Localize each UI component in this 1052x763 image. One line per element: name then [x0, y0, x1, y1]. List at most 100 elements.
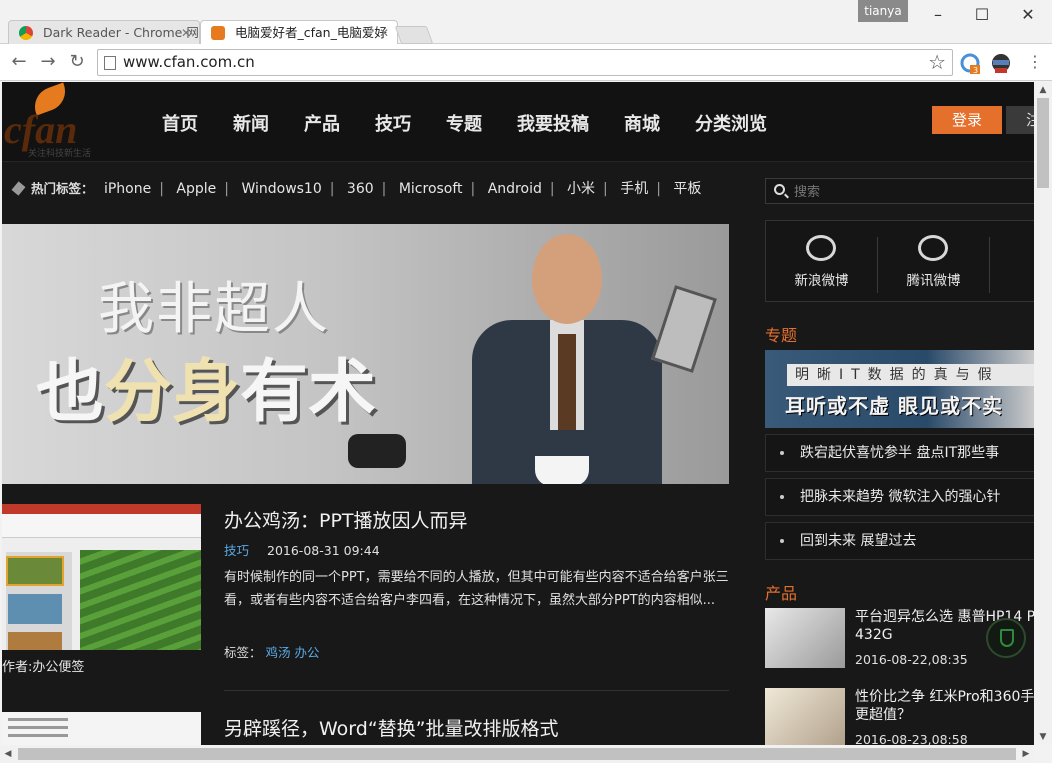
topic-link[interactable]: 回到未来 展望过去: [765, 522, 1034, 560]
product-image[interactable]: [765, 688, 845, 745]
menu-icon[interactable]: ⋮: [1024, 51, 1046, 73]
article-thumbnail[interactable]: [2, 504, 201, 650]
hero-banner[interactable]: 我非超人 也分身有术: [2, 224, 729, 484]
tab-dark-reader[interactable]: Dark Reader - Chrome 网 ✕: [8, 20, 200, 44]
hot-tag[interactable]: iPhone: [104, 181, 151, 197]
browser-toolbar: ← → ↻ www.cfan.com.cn ☆ 3 ⋮: [0, 44, 1052, 81]
article-date: 2016-08-31 09:44: [267, 543, 380, 558]
hot-tag[interactable]: Microsoft: [399, 181, 463, 197]
extension-icon[interactable]: 3: [960, 53, 982, 75]
cfan-logo[interactable]: cfan 关注科技新生活: [4, 82, 124, 159]
back-icon[interactable]: ←: [8, 51, 30, 73]
tablet-icon: [651, 285, 717, 373]
scroll-thumb[interactable]: [1037, 98, 1049, 188]
profile-badge[interactable]: tianya: [858, 0, 908, 22]
tab-close-icon[interactable]: ✕: [181, 21, 191, 44]
hot-tags-bar: 热门标签： iPhone | Apple | Windows10 | 360 | Mic…: [11, 178, 701, 198]
topics-heading[interactable]: 专题: [765, 322, 797, 346]
login-button[interactable]: 登录: [932, 106, 1002, 134]
social-label: 新浪微博: [794, 273, 849, 289]
nav-submit[interactable]: 我要投稿: [517, 110, 589, 136]
page-icon: [104, 56, 116, 70]
logo-slogan: 关注科技新生活: [28, 149, 92, 159]
product-date: 2016-08-23,08:58: [855, 732, 968, 745]
nav-topics[interactable]: 专题: [446, 110, 482, 136]
topic-link[interactable]: 跌宕起伏喜忧参半 盘点IT那些事: [765, 434, 1034, 472]
minimize-button[interactable]: –: [918, 4, 958, 26]
tencent-weibo-link[interactable]: 腾讯微博: [878, 221, 989, 301]
bookmark-star-icon[interactable]: ☆: [928, 50, 946, 75]
product-item[interactable]: 性价比之争 红米Pro和360手 更超值？ 2016-08-23,08:58: [765, 688, 1034, 745]
address-bar[interactable]: www.cfan.com.cn ☆: [97, 49, 953, 76]
article-item: 另辟蹊径，Word“替换”批量改排版格式: [2, 712, 729, 745]
scroll-right-icon[interactable]: ▶: [1018, 745, 1034, 763]
product-date: 2016-08-22,08:35: [855, 652, 968, 667]
maximize-button[interactable]: ☐: [962, 4, 1002, 26]
product-title[interactable]: 性价比之争 红米Pro和360手 更超值？: [855, 688, 1034, 724]
article-divider: [224, 690, 729, 691]
nav-products[interactable]: 产品: [304, 110, 340, 136]
scroll-thumb[interactable]: [18, 748, 1016, 760]
register-button[interactable]: 注: [1006, 106, 1034, 134]
scroll-left-icon[interactable]: ◀: [0, 745, 16, 763]
scroll-down-icon[interactable]: ▼: [1034, 729, 1052, 745]
new-tab-button[interactable]: [394, 26, 434, 44]
weibo-link[interactable]: 新浪微博: [766, 221, 877, 301]
tab-title: Dark Reader - Chrome 网: [43, 25, 199, 40]
main-nav: 首页 新闻 产品 技巧 专题 我要投稿 商城 分类浏览: [162, 110, 802, 136]
hot-tag[interactable]: 平板: [673, 181, 701, 197]
article-author: 作者:办公便签: [2, 660, 85, 675]
topic-link[interactable]: 把脉未来趋势 微软注入的强心针: [765, 478, 1034, 516]
product-image[interactable]: [765, 608, 845, 668]
vertical-scrollbar[interactable]: ▲ ▼: [1034, 82, 1052, 745]
hot-tag[interactable]: Apple: [176, 181, 216, 197]
hot-tag[interactable]: Windows10: [241, 181, 321, 197]
nav-store[interactable]: 商城: [624, 110, 660, 136]
window-titlebar: Dark Reader - Chrome 网 ✕ 电脑爱好者_cfan_电脑爱好…: [0, 0, 1052, 44]
page-viewport: cfan 关注科技新生活 首页 新闻 产品 技巧 专题 我要投稿 商城 分类浏览…: [2, 82, 1034, 745]
rotary-phone-icon: [348, 434, 406, 468]
nav-news[interactable]: 新闻: [233, 110, 269, 136]
nav-browse[interactable]: 分类浏览: [695, 110, 767, 136]
security-shield-icon[interactable]: [986, 618, 1026, 658]
article-title[interactable]: 办公鸡汤：PPT播放因人而异: [224, 506, 468, 533]
close-window-button[interactable]: ✕: [1008, 4, 1048, 26]
hot-tag[interactable]: 手机: [620, 181, 648, 197]
social-links: 新浪微博 腾讯微博: [765, 220, 1034, 302]
hot-tag[interactable]: 360: [347, 181, 374, 197]
nav-home[interactable]: 首页: [162, 110, 198, 136]
article-title[interactable]: 另辟蹊径，Word“替换”批量改排版格式: [224, 714, 559, 741]
reload-icon[interactable]: ↻: [66, 51, 88, 73]
search-input[interactable]: [794, 181, 1024, 201]
dark-reader-icon[interactable]: [990, 53, 1012, 75]
scroll-up-icon[interactable]: ▲: [1034, 82, 1052, 98]
tag-icon: [11, 181, 26, 196]
banner-line-1: 我非超人: [98, 277, 330, 342]
sina-weibo-icon: [806, 235, 836, 261]
article-tag[interactable]: 办公: [295, 645, 320, 660]
hot-tag[interactable]: 小米: [567, 181, 595, 197]
article-category[interactable]: 技巧: [224, 543, 249, 558]
products-heading[interactable]: 产品: [765, 580, 797, 604]
businessman-head: [532, 234, 602, 324]
coffee-cup-icon: [535, 456, 589, 484]
hot-tags-label: 热门标签：: [31, 181, 94, 196]
nav-tips[interactable]: 技巧: [375, 110, 411, 136]
tencent-weibo-icon: [918, 235, 948, 261]
topic-banner[interactable]: 明晰IT数据的真与假 耳听或不虚 眼见或不实: [765, 350, 1034, 428]
article-thumbnail[interactable]: [2, 712, 201, 745]
forward-icon[interactable]: →: [37, 51, 59, 73]
article-tag[interactable]: 鸡汤: [266, 645, 291, 660]
article-excerpt: 有时候制作的同一个PPT，需要给不同的人播放，但其中可能有些内容不适合给客户张三…: [224, 570, 729, 608]
search-box: [765, 178, 1034, 204]
article-item: 作者:办公便签 办公鸡汤：PPT播放因人而异 技巧 2016-08-31 09:…: [2, 504, 729, 684]
tab-cfan[interactable]: 电脑爱好者_cfan_电脑爱好 ✕: [200, 20, 398, 44]
tab-close-icon[interactable]: ✕: [379, 21, 389, 44]
url-text[interactable]: www.cfan.com.cn: [123, 50, 255, 75]
hot-tag[interactable]: Android: [488, 181, 542, 197]
extension-badge: 3: [973, 66, 978, 75]
article-tags: 标签： 鸡汤 办公: [224, 645, 320, 660]
horizontal-scrollbar[interactable]: ◀ ▶: [0, 745, 1034, 763]
search-icon[interactable]: [774, 184, 785, 195]
chrome-icon: [19, 26, 33, 40]
